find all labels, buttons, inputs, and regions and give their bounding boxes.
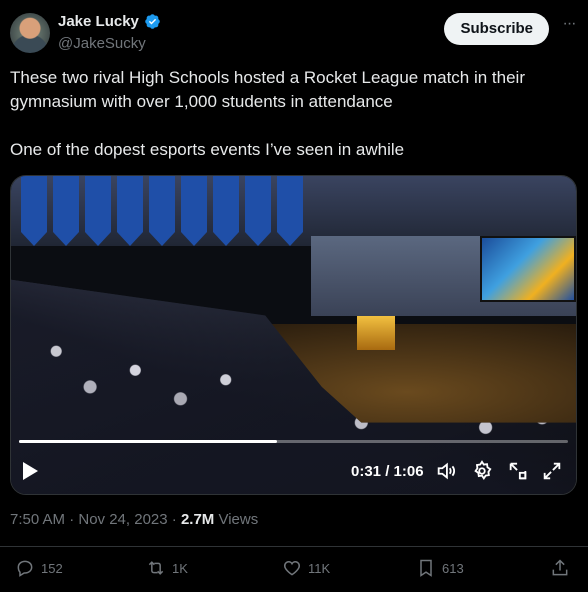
fullscreen-icon[interactable] — [541, 460, 563, 482]
video-progress-fill — [19, 440, 278, 443]
picture-in-picture-icon[interactable] — [507, 460, 529, 482]
repost-icon — [148, 561, 164, 575]
video-player[interactable]: 0:31 / 1:06 — [10, 175, 577, 495]
bookmark-count: 613 — [442, 560, 464, 576]
divider — [0, 546, 588, 547]
name-row: Jake Lucky — [58, 13, 161, 30]
tweet-text-line-1: These two rival High Schools hosted a Ro… — [10, 68, 525, 111]
more-options-icon[interactable]: ··· — [560, 16, 578, 37]
view-count: 2.7M — [180, 511, 215, 528]
tweet-header: Jake Lucky @JakeSucky Subscribe ··· — [10, 11, 578, 55]
reply-icon — [17, 560, 33, 577]
bookmark-icon — [420, 559, 432, 577]
repost-button[interactable]: 1K — [146, 558, 188, 578]
like-count: 11K — [308, 560, 331, 576]
play-icon[interactable] — [23, 462, 38, 480]
video-progress-bar[interactable] — [19, 440, 568, 443]
arena-screen — [480, 236, 576, 302]
bookmark-button[interactable]: 613 — [416, 558, 464, 578]
avatar[interactable] — [10, 13, 50, 53]
handle[interactable]: @JakeSucky — [58, 35, 146, 52]
subscribe-button[interactable]: Subscribe — [444, 13, 549, 45]
video-time: 0:31 / 1:06 — [351, 463, 424, 480]
tweet-meta: 7:50 AM · Nov 24, 2023 · 2.7M Views — [10, 511, 258, 528]
heart-icon — [283, 560, 301, 576]
views-label: Views — [214, 511, 259, 528]
share-icon — [552, 559, 568, 576]
tweet-text-line-2: One of the dopest esports events I’ve se… — [10, 140, 405, 159]
volume-icon[interactable] — [435, 460, 457, 482]
share-button[interactable] — [550, 558, 570, 578]
repost-count: 1K — [172, 560, 188, 576]
video-frame — [11, 176, 576, 494]
action-bar: 152 1K 11K 613 — [15, 558, 570, 582]
video-controls: 0:31 / 1:06 — [11, 456, 576, 486]
verified-badge-icon — [145, 14, 160, 29]
settings-gear-icon[interactable] — [471, 460, 493, 482]
reply-button[interactable]: 152 — [15, 558, 63, 578]
like-button[interactable]: 11K — [282, 558, 330, 578]
tweet-timestamp[interactable]: 7:50 AM · Nov 24, 2023 · — [10, 511, 181, 528]
tweet-text: These two rival High Schools hosted a Ro… — [10, 66, 570, 162]
reply-count: 152 — [41, 560, 63, 576]
display-name[interactable]: Jake Lucky — [58, 13, 139, 30]
